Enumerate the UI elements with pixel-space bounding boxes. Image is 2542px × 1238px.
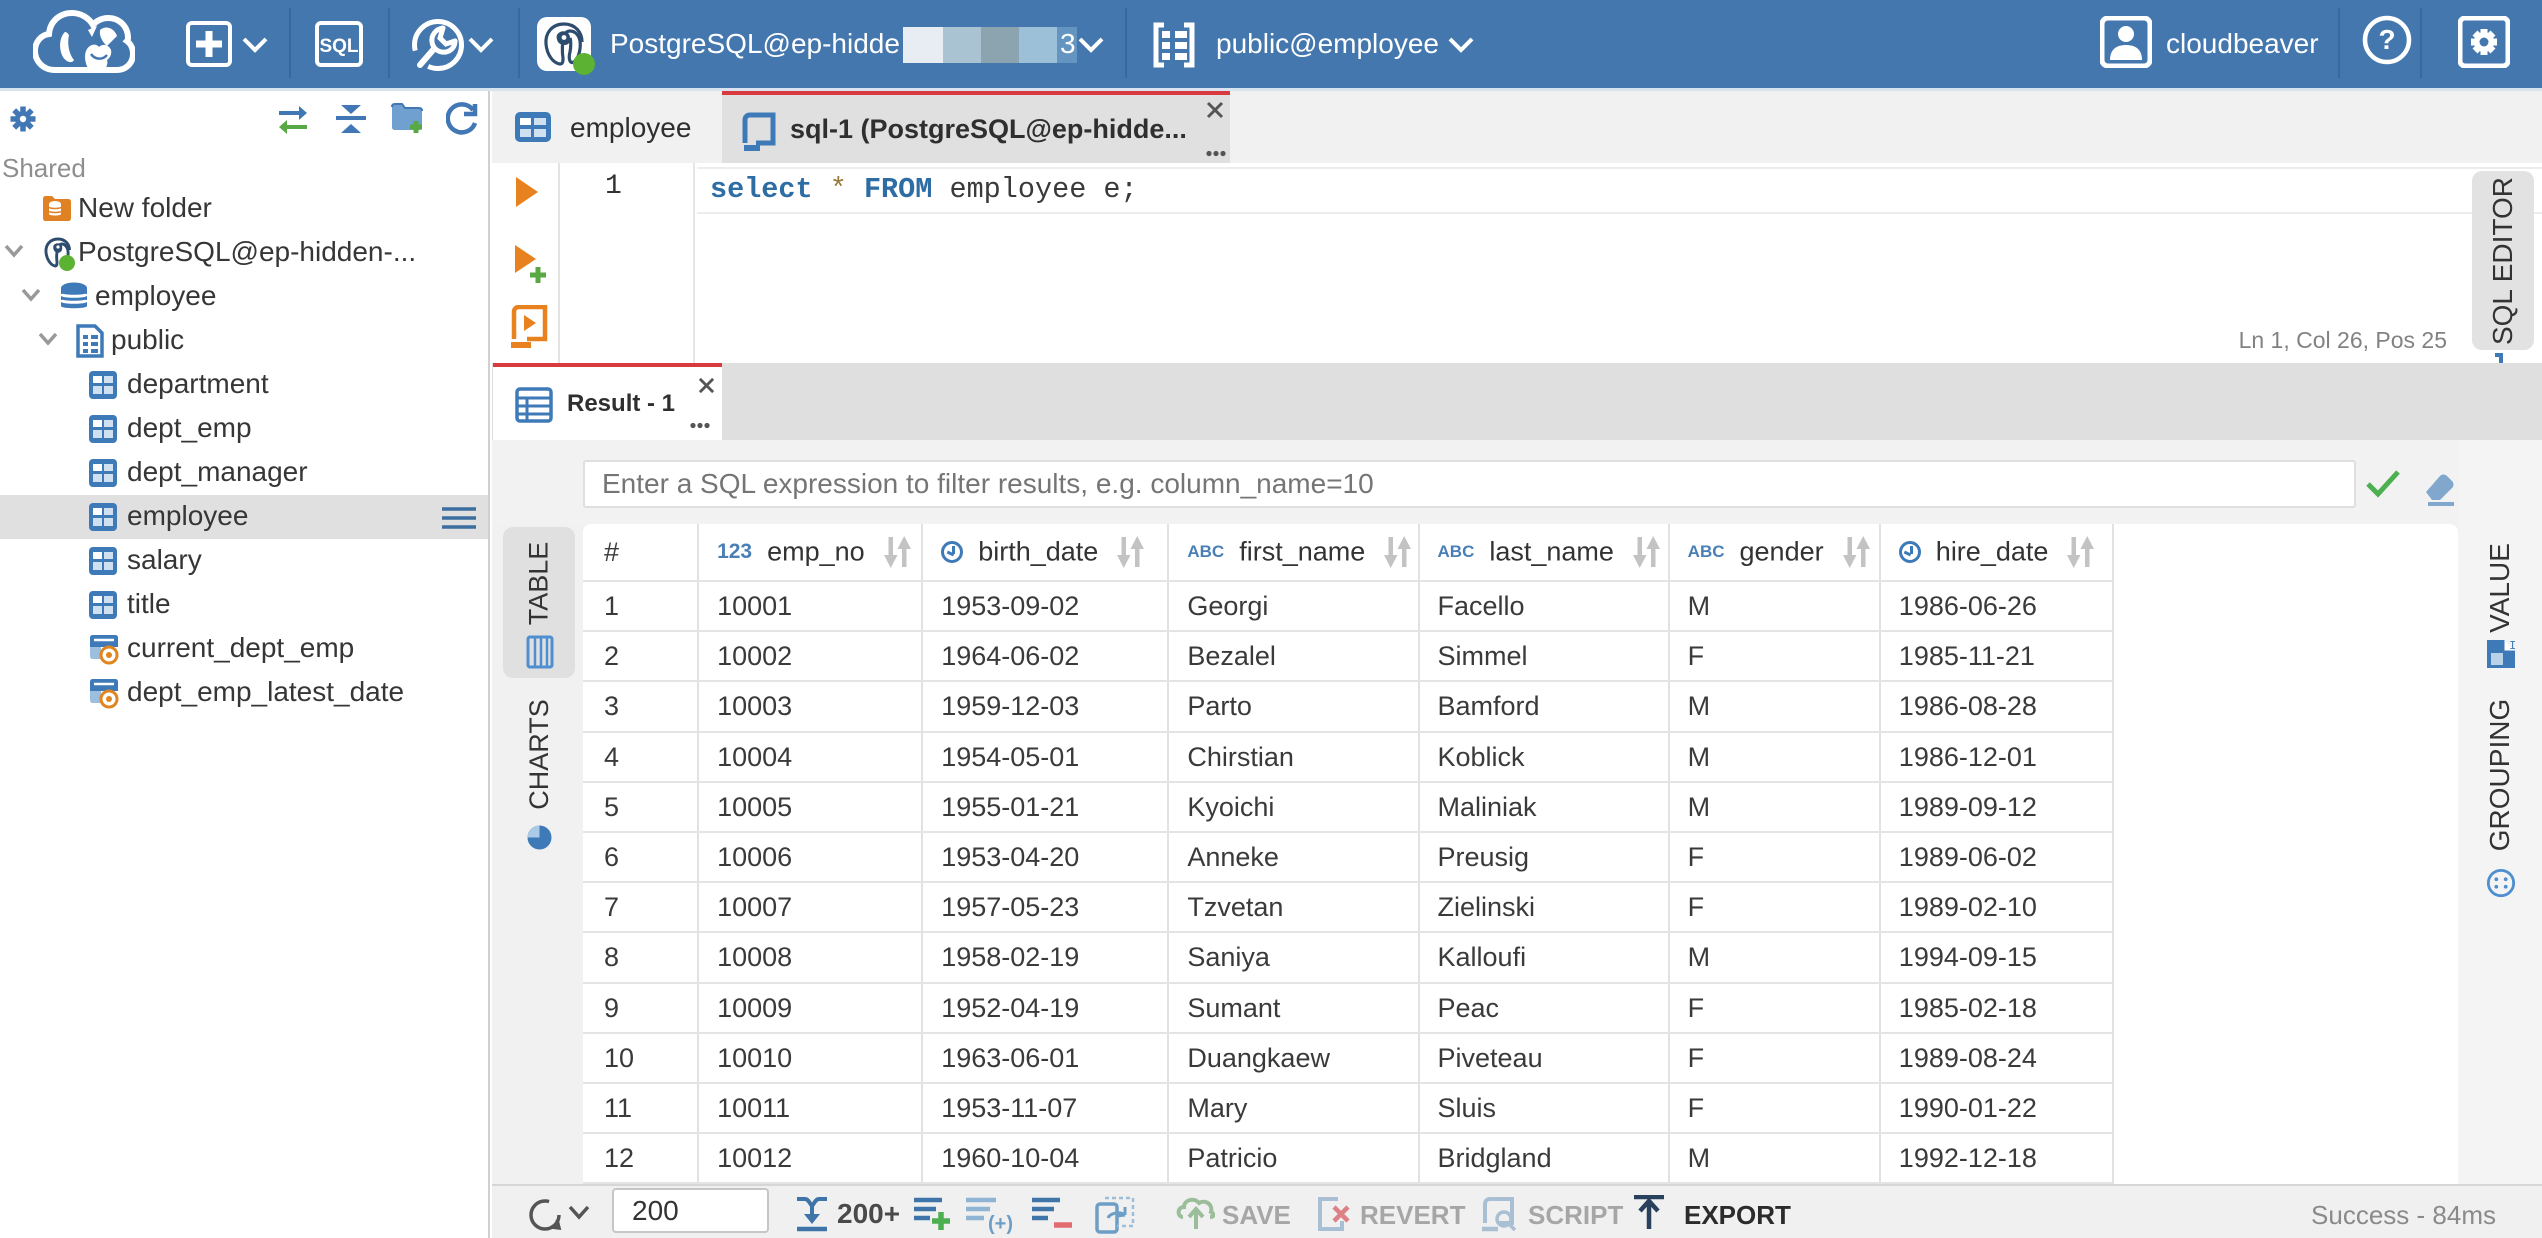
svg-text:SQL: SQL: [319, 36, 358, 57]
svg-text:(+): (+): [988, 1213, 1013, 1234]
svg-text:I: I: [2509, 639, 2516, 653]
svg-text:?: ?: [2378, 24, 2395, 55]
